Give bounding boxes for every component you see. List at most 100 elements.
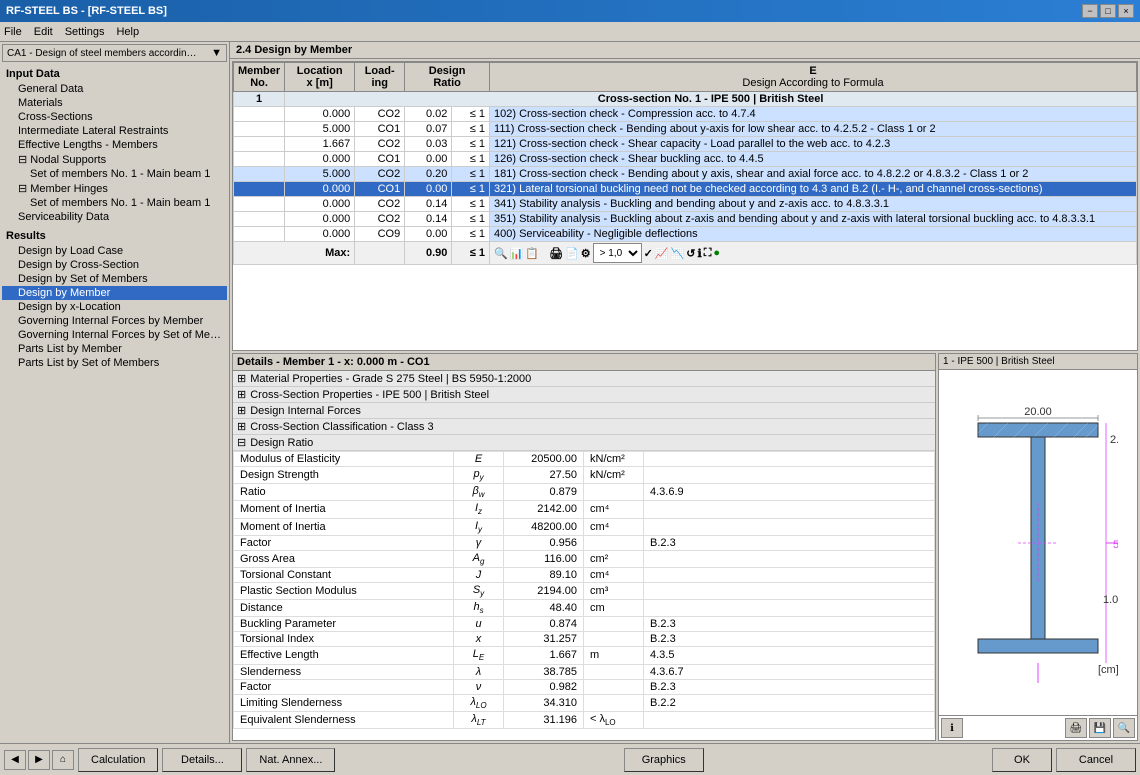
cancel-button[interactable]: Cancel [1056, 748, 1136, 772]
home-button[interactable]: ⌂ [52, 750, 74, 770]
unit: cm³ [584, 582, 644, 599]
unit [584, 664, 644, 679]
case-dropdown-label: CA1 - Design of steel members according … [7, 48, 197, 59]
sidebar-item-parts-by-set[interactable]: Parts List by Set of Members [2, 356, 227, 370]
section-design-internal-forces[interactable]: ⊞ Design Internal Forces [233, 403, 935, 419]
table-row[interactable]: 5.000CO20.20≤ 1 181) Cross-section check… [234, 167, 1137, 182]
section-design-ratio[interactable]: ⊟ Design Ratio [233, 435, 935, 451]
sidebar-item-design-member[interactable]: Design by Member [2, 286, 227, 300]
sidebar-item-design-load-case[interactable]: Design by Load Case [2, 244, 227, 258]
unit: cm⁴ [584, 501, 644, 518]
nav-back-button[interactable]: ◀ [4, 750, 26, 770]
table-row[interactable]: 0.000CO20.14≤ 1 351) Stability analysis … [234, 212, 1137, 227]
settings-icon[interactable]: ⚙ [581, 247, 591, 260]
sidebar-item-governing-by-member[interactable]: Governing Internal Forces by Member [2, 314, 227, 328]
value: 48200.00 [504, 518, 584, 535]
property-label: Design Strength [234, 467, 454, 484]
sidebar-item-member-hinges-set[interactable]: Set of members No. 1 - Main beam 1 [2, 196, 227, 210]
nav-forward-button[interactable]: ▶ [28, 750, 50, 770]
sidebar-item-governing-by-set[interactable]: Governing Internal Forces by Set of Memb… [2, 328, 227, 342]
ref [644, 711, 935, 728]
section-label: Design Internal Forces [250, 405, 361, 417]
check-icon[interactable]: ✓ [644, 247, 653, 260]
close-button[interactable]: × [1118, 4, 1134, 18]
sidebar-item-member-hinges[interactable]: ⊟ Member Hinges [2, 181, 227, 196]
symbol: Iy [454, 518, 504, 535]
zoom-select[interactable]: > 1,0 All [593, 243, 642, 263]
export-icon[interactable]: 📋 [525, 247, 539, 260]
value: 116.00 [504, 550, 584, 567]
sidebar-item-effective-lengths[interactable]: Effective Lengths - Members [2, 138, 227, 152]
menu-settings[interactable]: Settings [65, 26, 105, 38]
filter-icon[interactable]: 🔍 [494, 247, 508, 260]
sidebar-item-parts-by-member[interactable]: Parts List by Member [2, 342, 227, 356]
ok-button[interactable]: OK [992, 748, 1052, 772]
minimize-button[interactable]: − [1082, 4, 1098, 18]
reset-icon[interactable]: ↺ [686, 247, 695, 260]
info-icon[interactable]: ℹ [698, 247, 702, 260]
copy-icon[interactable]: 📄 [565, 247, 579, 260]
maximize-button[interactable]: □ [1100, 4, 1116, 18]
sidebar-item-lateral-restraints[interactable]: Intermediate Lateral Restraints [2, 124, 227, 138]
content-area: CA1 - Design of steel members according … [0, 42, 1140, 743]
symbol: E [454, 452, 504, 467]
chart-icon[interactable]: 📊 [510, 247, 524, 260]
sidebar-item-materials[interactable]: Materials [2, 96, 227, 110]
nat-annex-button[interactable]: Nat. Annex... [246, 748, 335, 772]
sidebar-item-serviceability[interactable]: Serviceability Data [2, 210, 227, 224]
col-location-header: Locationx [m] [285, 63, 355, 92]
bottom-panel: Details - Member 1 - x: 0.000 m - CO1 ⊞ … [232, 353, 1138, 741]
detail-row: Factor γ 0.956 B.2.3 [234, 535, 935, 550]
drawing-panel: 1 - IPE 500 | British Steel 20.00 2.10 [938, 353, 1138, 741]
zoom-drawing-button[interactable]: 🔍 [1113, 718, 1135, 738]
section-label: Cross-Section Properties - IPE 500 | Bri… [250, 389, 489, 401]
details-button[interactable]: Details... [162, 748, 242, 772]
case-selector[interactable]: CA1 - Design of steel members according … [2, 44, 227, 62]
table-row[interactable]: 1.667CO20.03≤ 1 121) Cross-section check… [234, 137, 1137, 152]
right-panel: 2.4 Design by Member MemberNo. Locationx… [230, 42, 1140, 743]
table-row[interactable]: 0.000CO20.02≤ 1 102) Cross-section check… [234, 107, 1137, 122]
section-material-properties[interactable]: ⊞ Material Properties - Grade S 275 Stee… [233, 371, 935, 387]
sidebar-item-nodal-supports[interactable]: ⊟ Nodal Supports [2, 152, 227, 167]
info-button[interactable]: ℹ [941, 718, 963, 738]
unit: cm [584, 600, 644, 617]
menu-edit[interactable]: Edit [34, 26, 53, 38]
sidebar-item-design-x-location[interactable]: Design by x-Location [2, 300, 227, 314]
print-drawing-button[interactable]: 🖨 [1065, 718, 1087, 738]
sidebar-item-design-set-members[interactable]: Design by Set of Members [2, 272, 227, 286]
graphics-button[interactable]: Graphics [624, 748, 704, 772]
table-row-selected[interactable]: 0.000CO10.00≤ 1 321) Lateral torsional b… [234, 182, 1137, 197]
drawing-title: 1 - IPE 500 | British Steel [939, 354, 1137, 370]
property-label: Distance [234, 600, 454, 617]
sidebar-item-cross-sections[interactable]: Cross-Sections [2, 110, 227, 124]
menu-help[interactable]: Help [116, 26, 139, 38]
table-row[interactable]: 0.000CO10.00≤ 1 126) Cross-section check… [234, 152, 1137, 167]
menu-bar: File Edit Settings Help [0, 22, 1140, 42]
graph2-icon[interactable]: 📉 [671, 247, 685, 260]
print-icon[interactable]: 🖨 [549, 247, 563, 260]
section-cross-section-properties[interactable]: ⊞ Cross-Section Properties - IPE 500 | B… [233, 387, 935, 403]
symbol: βw [454, 484, 504, 501]
sidebar-item-nodal-supports-set[interactable]: Set of members No. 1 - Main beam 1 [2, 167, 227, 181]
expand-icon[interactable]: ⛶ [704, 247, 712, 260]
table-row[interactable]: 0.000CO20.14≤ 1 341) Stability analysis … [234, 197, 1137, 212]
table-row[interactable]: 0.000CO90.00≤ 1 400) Serviceability - Ne… [234, 227, 1137, 242]
graph1-icon[interactable]: 📈 [655, 247, 669, 260]
ref [644, 467, 935, 484]
calculation-button[interactable]: Calculation [78, 748, 158, 772]
table-row[interactable]: 5.000CO10.07≤ 1 111) Cross-section check… [234, 122, 1137, 137]
save-drawing-button[interactable]: 💾 [1089, 718, 1111, 738]
sidebar-item-design-cross-section[interactable]: Design by Cross-Section [2, 258, 227, 272]
window-controls[interactable]: − □ × [1082, 4, 1134, 18]
section-cross-section-classification[interactable]: ⊞ Cross-Section Classification - Class 3 [233, 419, 935, 435]
menu-file[interactable]: File [4, 26, 22, 38]
symbol: ν [454, 679, 504, 694]
value: 31.196 [504, 711, 584, 728]
section-label: Cross-Section Classification - Class 3 [250, 421, 433, 433]
symbol: u [454, 617, 504, 632]
property-label: Ratio [234, 484, 454, 501]
unit: m [584, 647, 644, 664]
left-toolbar: ◀ ▶ ⌂ [4, 750, 74, 770]
sidebar-item-general-data[interactable]: General Data [2, 82, 227, 96]
main-container: CA1 - Design of steel members according … [0, 42, 1140, 775]
